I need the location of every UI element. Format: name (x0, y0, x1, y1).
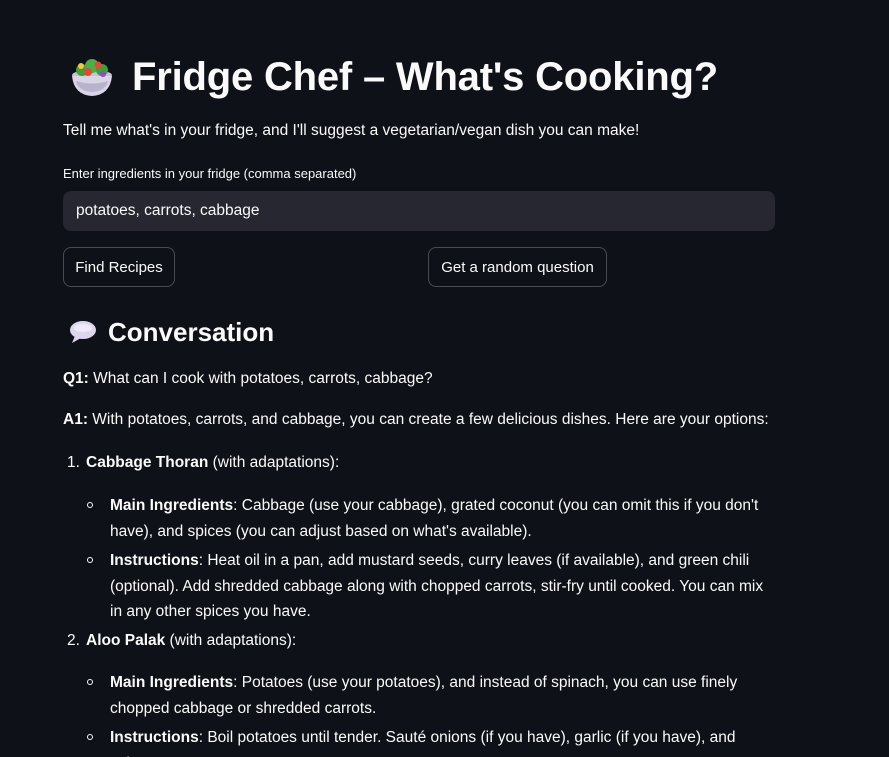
find-recipes-button[interactable]: Find Recipes (63, 247, 175, 287)
ingredients-input[interactable] (63, 191, 775, 231)
recipe-bullet: Instructions: Heat oil in a pan, add mus… (87, 548, 767, 625)
answer-1-label: A1: (63, 411, 88, 428)
recipe-item: 1. Cabbage Thoran (with adaptations): (67, 454, 339, 472)
recipe-bullet: Main Ingredients: Cabbage (use your cabb… (87, 493, 767, 544)
bullet-marker (87, 679, 93, 685)
bullet-text: : Heat oil in a pan, add mustard seeds, … (110, 552, 764, 620)
bullet-marker (87, 502, 93, 508)
recipe-suffix: (with adaptations): (208, 454, 340, 471)
recipe-number: 1. (67, 454, 80, 471)
page-title-row: Fridge Chef – What's Cooking? (68, 52, 718, 102)
question-1-text: What can I cook with potatoes, carrots, … (88, 370, 433, 387)
page-subtitle: Tell me what's in your fridge, and I'll … (63, 122, 640, 139)
ingredients-label: Enter ingredients in your fridge (comma … (63, 166, 357, 181)
conversation-heading: Conversation (68, 312, 274, 352)
bullet-text: : Boil potatoes until tender. Sauté onio… (110, 729, 736, 757)
conversation-title: Conversation (108, 316, 275, 347)
random-question-button[interactable]: Get a random question (428, 247, 607, 287)
recipe-suffix: (with adaptations): (165, 632, 297, 649)
question-1: Q1: What can I cook with potatoes, carro… (63, 370, 433, 388)
recipe-bullet: Instructions: Boil potatoes until tender… (87, 725, 767, 757)
answer-1-text: With potatoes, carrots, and cabbage, you… (87, 411, 769, 428)
recipe-number: 2. (67, 632, 80, 649)
salad-bowl-icon (68, 55, 116, 99)
recipe-bullet: Main Ingredients: Potatoes (use your pot… (87, 670, 767, 721)
bullet-label: Main Ingredients (110, 674, 234, 691)
recipe-name: Aloo Palak (86, 632, 166, 649)
bullet-label: Instructions (110, 729, 199, 746)
bullet-label: Main Ingredients (110, 497, 234, 514)
question-1-label: Q1: (63, 370, 89, 387)
bullet-marker (87, 557, 93, 563)
bullet-label: Instructions (110, 552, 199, 569)
page-title: Fridge Chef – What's Cooking? (132, 54, 718, 99)
answer-1: A1: With potatoes, carrots, and cabbage,… (63, 411, 769, 429)
recipe-name: Cabbage Thoran (86, 454, 209, 471)
speech-bubble-icon (68, 319, 98, 345)
recipe-item: 2. Aloo Palak (with adaptations): (67, 632, 296, 650)
bullet-marker (87, 734, 93, 740)
